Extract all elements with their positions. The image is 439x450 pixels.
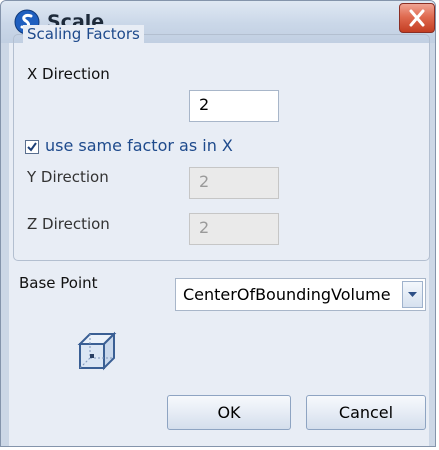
z-direction-label: Z Direction [27,215,110,233]
base-point-label: Base Point [19,274,98,292]
checkmark-icon [27,142,37,152]
x-direction-label: X Direction [27,65,110,83]
scaling-factors-label: Scaling Factors [23,25,144,43]
dropdown-arrow-icon [408,292,417,297]
y-direction-label: Y Direction [27,168,109,186]
bounding-box-cube-icon [77,331,117,371]
same-factor-checkbox[interactable] [25,140,39,154]
x-direction-input[interactable]: 2 [189,90,279,122]
scale-dialog: Scale Scaling Factors X Direction 2 use … [0,0,436,447]
z-direction-input[interactable]: 2 [189,213,279,245]
base-point-value: CenterOfBoundingVolume [183,285,391,304]
ok-button[interactable]: OK [167,395,291,430]
cancel-button[interactable]: Cancel [306,395,426,430]
close-button[interactable] [399,3,435,33]
same-factor-label[interactable]: use same factor as in X [45,136,233,155]
y-direction-input[interactable]: 2 [189,167,279,199]
close-icon [409,9,425,27]
dropdown-arrow-button[interactable] [402,281,423,308]
base-point-select[interactable]: CenterOfBoundingVolume [175,278,426,311]
